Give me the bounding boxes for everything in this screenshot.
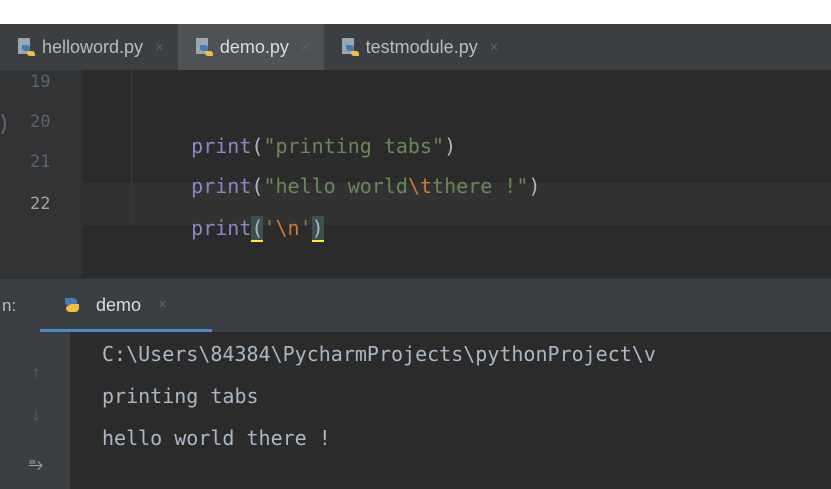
run-console[interactable]: ↑ ↓ ⥱ C:\Users\84384\PycharmProjects\pyt… [0, 332, 831, 489]
arrow-up-icon[interactable]: ↑ [26, 362, 46, 382]
python-file-icon [195, 38, 213, 56]
string-literal: ' [263, 216, 276, 240]
soft-wrap-icon[interactable]: ⥱ [26, 454, 46, 474]
console-output-line: printing tabs [102, 384, 259, 408]
tab-label: helloword.py [42, 36, 144, 57]
escape-sequence: \t [407, 174, 433, 198]
tab-label: demo.py [219, 36, 289, 57]
tab-label: testmodule.py [365, 36, 478, 57]
string-literal: there !" [432, 174, 529, 198]
fold-marker-icon[interactable] [0, 112, 10, 136]
paren-close-matched: ) [311, 216, 324, 242]
indent-guide [131, 70, 132, 220]
line-number: 20 [30, 112, 51, 132]
python-file-icon [18, 38, 35, 56]
line-number: 21 [30, 152, 51, 172]
run-panel-header: n: demo × [0, 278, 831, 333]
tab-helloword[interactable]: helloword.py × [0, 24, 178, 70]
top-strip [0, 0, 831, 24]
close-icon[interactable]: × [301, 39, 310, 56]
editor-tab-bar: helloword.py × demo.py × testmodule.py × [0, 24, 831, 71]
python-file-icon [341, 38, 359, 56]
paren-open-matched: ( [251, 216, 264, 242]
close-icon[interactable]: × [155, 39, 164, 56]
close-icon[interactable]: × [490, 39, 499, 56]
run-tab-label: demo [96, 295, 142, 315]
arrow-down-icon[interactable]: ↓ [26, 404, 46, 424]
line-number-current: 22 [30, 194, 51, 214]
paren-close: ) [528, 174, 541, 198]
line-gutter: 19 20 21 22 [0, 70, 82, 278]
escape-sequence: \n [275, 216, 300, 240]
close-icon[interactable]: × [158, 296, 167, 313]
string-literal: ' [299, 216, 312, 240]
builtin-print: print [191, 216, 252, 240]
python-run-icon [65, 298, 79, 312]
code-editor[interactable]: 19 20 21 22 print("printing tabs") print… [0, 70, 831, 278]
console-output-line: hello world there ! [102, 426, 331, 450]
tab-demo[interactable]: demo.py × [177, 24, 324, 70]
run-tab-demo[interactable]: demo × [40, 279, 212, 333]
line-number: 19 [30, 72, 51, 92]
tab-testmodule[interactable]: testmodule.py × [324, 24, 513, 70]
console-output-line: C:\Users\84384\PycharmProjects\pythonPro… [102, 342, 656, 366]
code-line-22[interactable]: print('\n') [143, 192, 324, 264]
console-toolbar: ↑ ↓ ⥱ [0, 332, 70, 489]
run-panel-label: n: [2, 296, 17, 315]
